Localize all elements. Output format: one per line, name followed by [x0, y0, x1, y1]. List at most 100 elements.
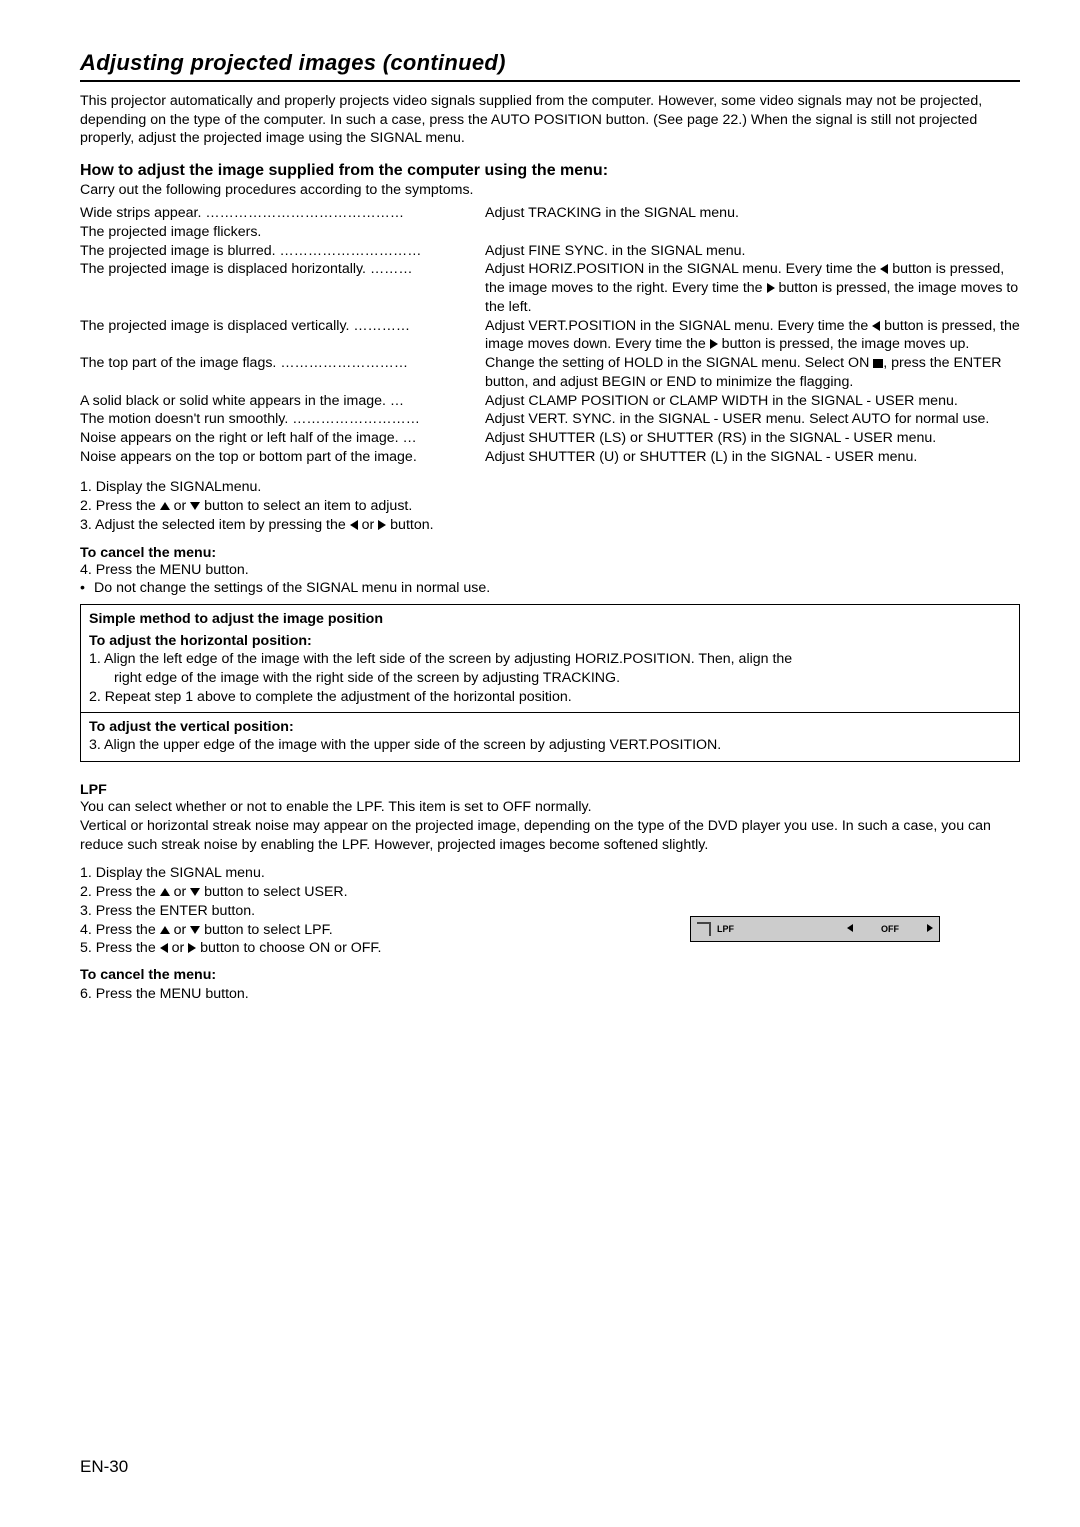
box-step: 3. Align the upper edge of the image wit… — [89, 736, 1011, 755]
cancel-step: 6. Press the MENU button. — [80, 985, 690, 1004]
cancel-heading: To cancel the menu: — [80, 966, 690, 985]
horiz-title: To adjust the horizontal position: — [89, 633, 1011, 649]
symptom-label: Noise appears on the right or left half … — [80, 429, 485, 448]
symptom-label: The motion doesn't run smoothly. …………………… — [80, 410, 485, 429]
symptom-row: The projected image is displaced horizon… — [80, 260, 1020, 316]
enter-icon — [873, 355, 883, 371]
down-arrow-icon — [190, 884, 200, 900]
lpf-step-3: 3. Press the ENTER button. — [80, 902, 690, 921]
step-text: or — [168, 940, 189, 956]
step-text: button to choose ON or OFF. — [196, 940, 381, 956]
left-arrow-icon[interactable] — [847, 924, 853, 934]
symptom-row: Noise appears on the right or left half … — [80, 429, 1020, 448]
lpf-widget-wrap: LPF OFF — [690, 864, 940, 942]
symptom-label: Wide strips appear. …………………………………… — [80, 204, 485, 223]
lpf-text: Vertical or horizontal streak noise may … — [80, 817, 1020, 854]
lpf-text: You can select whether or not to enable … — [80, 798, 1020, 817]
lpf-row: 1. Display the SIGNAL menu. 2. Press the… — [80, 864, 1020, 1003]
right-arrow-icon — [188, 940, 196, 956]
remedy-text: button is pressed, the image moves up. — [718, 336, 970, 352]
carry-line: Carry out the following procedures accor… — [80, 182, 1020, 198]
lpf-heading: LPF — [80, 782, 1020, 798]
symptom-row: The projected image is blurred. ……………………… — [80, 242, 1020, 261]
howto-heading: How to adjust the image supplied from th… — [80, 162, 1020, 180]
symptom-label: The projected image is blurred. ……………………… — [80, 242, 485, 261]
symptom-remedy: Adjust VERT.POSITION in the SIGNAL menu.… — [485, 317, 1020, 354]
up-arrow-icon — [160, 884, 170, 900]
page: Adjusting projected images (continued) T… — [0, 0, 1080, 1527]
right-arrow-icon — [767, 280, 775, 296]
symptom-label: The projected image is displaced horizon… — [80, 260, 485, 316]
symptom-row: Noise appears on the top or bottom part … — [80, 448, 1020, 467]
cancel-step: 4. Press the MENU button. — [80, 561, 1020, 580]
up-arrow-icon — [160, 498, 170, 514]
lpf-step-5: 5. Press the or button to choose ON or O… — [80, 939, 690, 958]
symptom-label: The projected image flickers. — [80, 223, 485, 242]
box-step: 2. Repeat step 1 above to complete the a… — [89, 688, 1011, 707]
remedy-text: Adjust VERT.POSITION in the SIGNAL menu.… — [485, 318, 872, 334]
symptom-row: The projected image flickers. — [80, 223, 1020, 242]
right-arrow-icon[interactable] — [927, 924, 933, 934]
step-text: button to select an item to adjust. — [200, 498, 412, 514]
left-arrow-icon — [872, 318, 880, 334]
step-text: or — [170, 884, 191, 900]
procedure-list: 1. Display the SIGNALmenu. 2. Press the … — [80, 478, 1020, 534]
step-text: or — [358, 517, 379, 533]
down-arrow-icon — [190, 498, 200, 514]
left-arrow-icon — [160, 940, 168, 956]
step-text: 2. Press the — [80, 498, 160, 514]
symptom-row: The top part of the image flags. …………………… — [80, 354, 1020, 391]
symptom-label: The projected image is displaced vertica… — [80, 317, 485, 354]
divider — [81, 712, 1019, 713]
symptom-row: Wide strips appear. …………………………………… Adjus… — [80, 204, 1020, 223]
symptom-remedy: Adjust SHUTTER (U) or SHUTTER (L) in the… — [485, 448, 1020, 467]
symptom-label: A solid black or solid white appears in … — [80, 392, 485, 411]
symptom-label: The top part of the image flags. …………………… — [80, 354, 485, 391]
right-arrow-icon — [710, 336, 718, 352]
menu-icon — [697, 922, 711, 936]
lpf-step-1: 1. Display the SIGNAL menu. — [80, 864, 690, 883]
down-arrow-icon — [190, 922, 200, 938]
step-text: button. — [386, 517, 433, 533]
lpf-step-4: 4. Press the or button to select LPF. — [80, 921, 690, 940]
step-text: button to select USER. — [200, 884, 347, 900]
step-text: 4. Press the — [80, 922, 160, 938]
box-step: 1. Align the left edge of the image with… — [89, 650, 1011, 669]
symptom-remedy — [485, 223, 1020, 242]
symptom-table: Wide strips appear. …………………………………… Adjus… — [80, 204, 1020, 466]
symptom-row: A solid black or solid white appears in … — [80, 392, 1020, 411]
step-text: or — [170, 498, 191, 514]
page-title: Adjusting projected images (continued) — [80, 50, 1020, 82]
note-line: Do not change the settings of the SIGNAL… — [80, 579, 1020, 598]
left-arrow-icon — [350, 517, 358, 533]
remedy-text: Change the setting of HOLD in the SIGNAL… — [485, 355, 873, 371]
symptom-row: The motion doesn't run smoothly. …………………… — [80, 410, 1020, 429]
vert-title: To adjust the vertical position: — [89, 719, 1011, 735]
intro-text: This projector automatically and properl… — [80, 92, 1020, 148]
box-title: Simple method to adjust the image positi… — [89, 611, 1011, 627]
lpf-widget-label: LPF — [717, 924, 734, 934]
box-step: right edge of the image with the right s… — [89, 669, 1011, 688]
remedy-text: Adjust HORIZ.POSITION in the SIGNAL menu… — [485, 261, 880, 277]
symptom-remedy: Adjust VERT. SYNC. in the SIGNAL - USER … — [485, 410, 1020, 429]
symptom-label: Noise appears on the top or bottom part … — [80, 448, 485, 467]
symptom-remedy: Adjust SHUTTER (LS) or SHUTTER (RS) in t… — [485, 429, 1020, 448]
step-text: button to select LPF. — [200, 922, 333, 938]
lpf-widget-value: OFF — [881, 924, 899, 934]
step-text: 5. Press the — [80, 940, 160, 956]
lpf-menu-item[interactable]: LPF OFF — [690, 916, 940, 942]
symptom-remedy: Change the setting of HOLD in the SIGNAL… — [485, 354, 1020, 391]
step-3: 3. Adjust the selected item by pressing … — [80, 516, 1020, 535]
symptom-row: The projected image is displaced vertica… — [80, 317, 1020, 354]
symptom-remedy: Adjust CLAMP POSITION or CLAMP WIDTH in … — [485, 392, 1020, 411]
step-2: 2. Press the or button to select an item… — [80, 497, 1020, 516]
lpf-steps: 1. Display the SIGNAL menu. 2. Press the… — [80, 864, 690, 1003]
page-number: EN-30 — [80, 1457, 128, 1477]
step-text: 3. Adjust the selected item by pressing … — [80, 517, 350, 533]
step-text: 2. Press the — [80, 884, 160, 900]
symptom-remedy: Adjust FINE SYNC. in the SIGNAL menu. — [485, 242, 1020, 261]
symptom-remedy: Adjust TRACKING in the SIGNAL menu. — [485, 204, 1020, 223]
cancel-heading: To cancel the menu: — [80, 545, 1020, 561]
simple-method-box: Simple method to adjust the image positi… — [80, 604, 1020, 762]
symptom-remedy: Adjust HORIZ.POSITION in the SIGNAL menu… — [485, 260, 1020, 316]
